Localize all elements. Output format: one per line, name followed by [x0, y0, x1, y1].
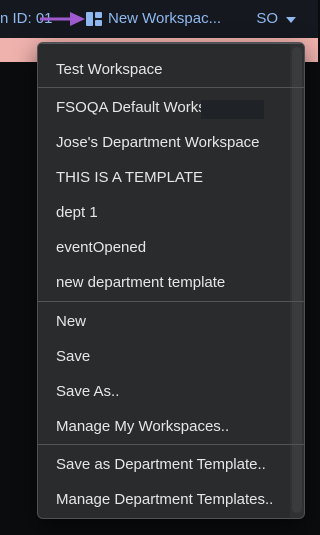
- workspace-actions-section: New Save Save As.. Manage My Workspaces.…: [38, 301, 304, 444]
- menu-item-save-as[interactable]: Save As..: [38, 374, 304, 409]
- menu-item-test-workspace[interactable]: Test Workspace: [38, 52, 304, 87]
- menu-item-manage-department-templates[interactable]: Manage Department Templates..: [38, 482, 304, 517]
- menu-item-this-is-a-template[interactable]: THIS IS A TEMPLATE: [38, 160, 304, 195]
- user-initials: SO: [256, 10, 278, 27]
- department-template-section: Save as Department Template.. Manage Dep…: [38, 444, 304, 518]
- workspace-layout-icon: [86, 12, 102, 26]
- menu-item-fsoqa-default-workspace[interactable]: FSOQA Default Works: [38, 90, 304, 125]
- menu-item-event-opened[interactable]: eventOpened: [38, 230, 304, 265]
- menu-item-new-department-template[interactable]: new department template: [38, 265, 304, 300]
- menu-item-dept-1[interactable]: dept 1: [38, 195, 304, 230]
- menu-item-jose-department-workspace[interactable]: Jose's Department Workspace: [38, 125, 304, 160]
- user-menu-button[interactable]: SO: [256, 10, 296, 28]
- chevron-down-icon: [286, 17, 296, 23]
- workspace-dropdown-menu: Test Workspace FSOQA Default Works Jose'…: [37, 42, 305, 519]
- current-workspace-section: Test Workspace: [38, 43, 304, 87]
- top-navigation-bar: n ID: 01 New Workspac... SO: [0, 0, 318, 38]
- menu-item-manage-my-workspaces[interactable]: Manage My Workspaces..: [38, 409, 304, 444]
- menu-item-save-as-department-template[interactable]: Save as Department Template..: [38, 447, 304, 482]
- workspace-selector-button[interactable]: New Workspac...: [86, 10, 221, 28]
- workspace-selector-label: New Workspac...: [108, 10, 222, 27]
- menu-item-save[interactable]: Save: [38, 339, 304, 374]
- workspace-list-section: FSOQA Default Works Jose's Department Wo…: [38, 87, 304, 301]
- pointer-arrow-icon: [40, 12, 85, 26]
- menu-item-new[interactable]: New: [38, 304, 304, 339]
- redacted-text-block: [201, 100, 264, 119]
